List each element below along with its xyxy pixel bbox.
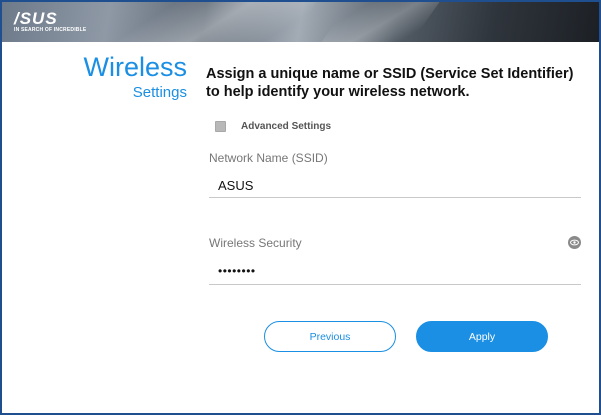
ssid-input[interactable]: ASUS: [218, 178, 253, 193]
logo-wordmark: /SUS: [14, 9, 58, 28]
section-title: Wireless Settings: [83, 52, 187, 103]
ssid-input-underline: [209, 197, 581, 198]
setup-window: /SUS IN SEARCH OF INCREDIBLE Wireless Se…: [0, 0, 601, 415]
section-title-sub: Settings: [132, 84, 187, 101]
header-decoration: [307, 2, 447, 42]
asus-logo: /SUS IN SEARCH OF INCREDIBLE: [14, 9, 87, 37]
security-input-underline: [209, 284, 581, 285]
advanced-settings-label: Advanced Settings: [241, 120, 332, 132]
header-decoration: [101, 2, 323, 42]
security-key-input[interactable]: ••••••••: [218, 264, 256, 278]
advanced-settings-checkbox[interactable]: [215, 120, 226, 132]
apply-button[interactable]: Apply: [416, 321, 548, 352]
ssid-label: Network Name (SSID): [209, 151, 328, 165]
header-banner: /SUS IN SEARCH OF INCREDIBLE: [2, 2, 599, 42]
previous-button[interactable]: Previous: [264, 321, 396, 352]
eye-icon[interactable]: [568, 236, 581, 249]
logo-tagline: IN SEARCH OF INCREDIBLE: [14, 27, 87, 33]
security-label: Wireless Security: [209, 236, 302, 250]
advanced-settings-toggle[interactable]: Advanced Settings: [215, 119, 331, 133]
page-instructions: Assign a unique name or SSID (Service Se…: [206, 66, 574, 100]
section-title-main: Wireless: [83, 52, 187, 82]
